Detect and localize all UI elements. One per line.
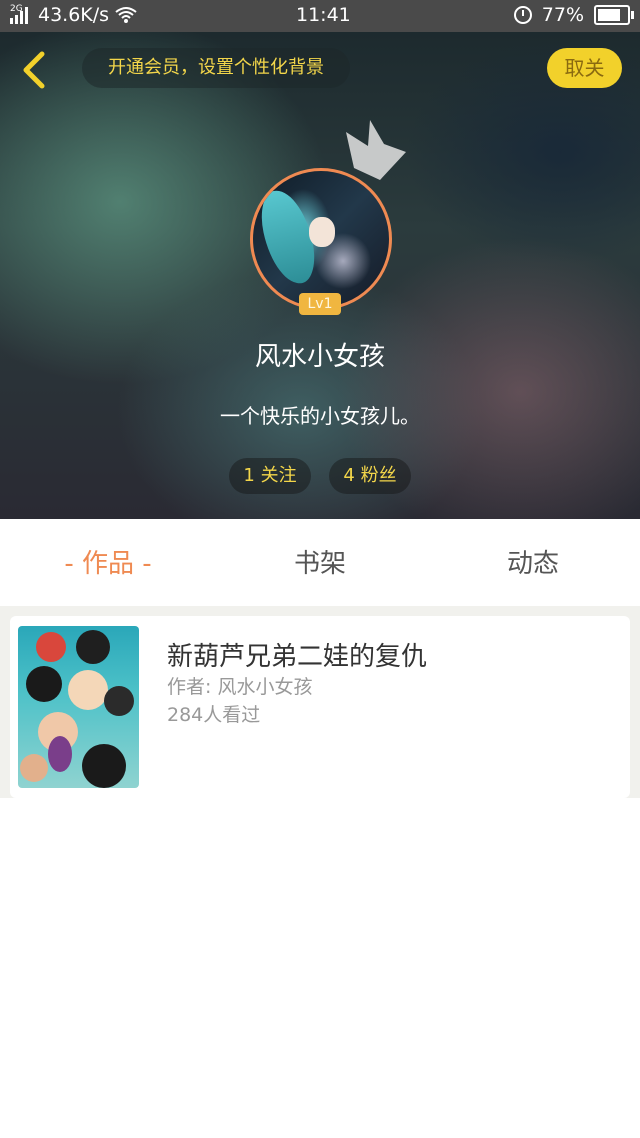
profile-tabs: - 作品 - 书架 动态 — [0, 519, 640, 606]
unfollow-button[interactable]: 取关 — [547, 48, 622, 88]
tab-works[interactable]: - 作品 - — [48, 543, 168, 580]
vip-background-banner[interactable]: 开通会员，设置个性化背景 — [82, 48, 350, 88]
signal-icon: 2G — [10, 4, 30, 24]
list-item[interactable]: 新葫芦兄弟二娃的复仇 作者: 风水小女孩 284人看过 — [10, 616, 630, 798]
chevron-left-icon — [23, 51, 45, 89]
following-count[interactable]: 1 关注 — [229, 458, 311, 494]
battery-percent: 77% — [541, 4, 584, 26]
work-author: 作者: 风水小女孩 — [167, 676, 313, 698]
alarm-icon — [513, 6, 532, 24]
work-view-count: 284人看过 — [167, 704, 261, 726]
tab-activity[interactable]: 动态 — [473, 543, 593, 580]
profile-header: 开通会员，设置个性化背景 取关 Lv1 风水小女孩 一个快乐的小女孩儿。 1 关… — [0, 32, 640, 519]
status-left: 2G 43.6K/s — [10, 4, 137, 26]
level-badge: Lv1 — [299, 293, 341, 315]
back-button[interactable] — [14, 48, 54, 92]
network-speed: 43.6K/s — [38, 4, 110, 26]
status-bar: 2G 43.6K/s 11:41 77% — [0, 0, 640, 32]
user-bio: 一个快乐的小女孩儿。 — [220, 404, 420, 428]
battery-icon — [594, 5, 634, 25]
clock: 11:41 — [296, 4, 351, 26]
battery-fill — [598, 9, 620, 21]
tab-bookshelf[interactable]: 书架 — [260, 543, 380, 580]
status-right: 77% — [513, 4, 634, 26]
username: 风水小女孩 — [254, 342, 385, 372]
work-cover-image[interactable] — [18, 626, 139, 788]
wifi-icon — [115, 6, 137, 24]
network-type: 2G — [10, 4, 23, 14]
work-title[interactable]: 新葫芦兄弟二娃的复仇 — [167, 636, 427, 673]
avatar[interactable] — [250, 168, 392, 310]
followers-count[interactable]: 4 粉丝 — [329, 458, 411, 494]
